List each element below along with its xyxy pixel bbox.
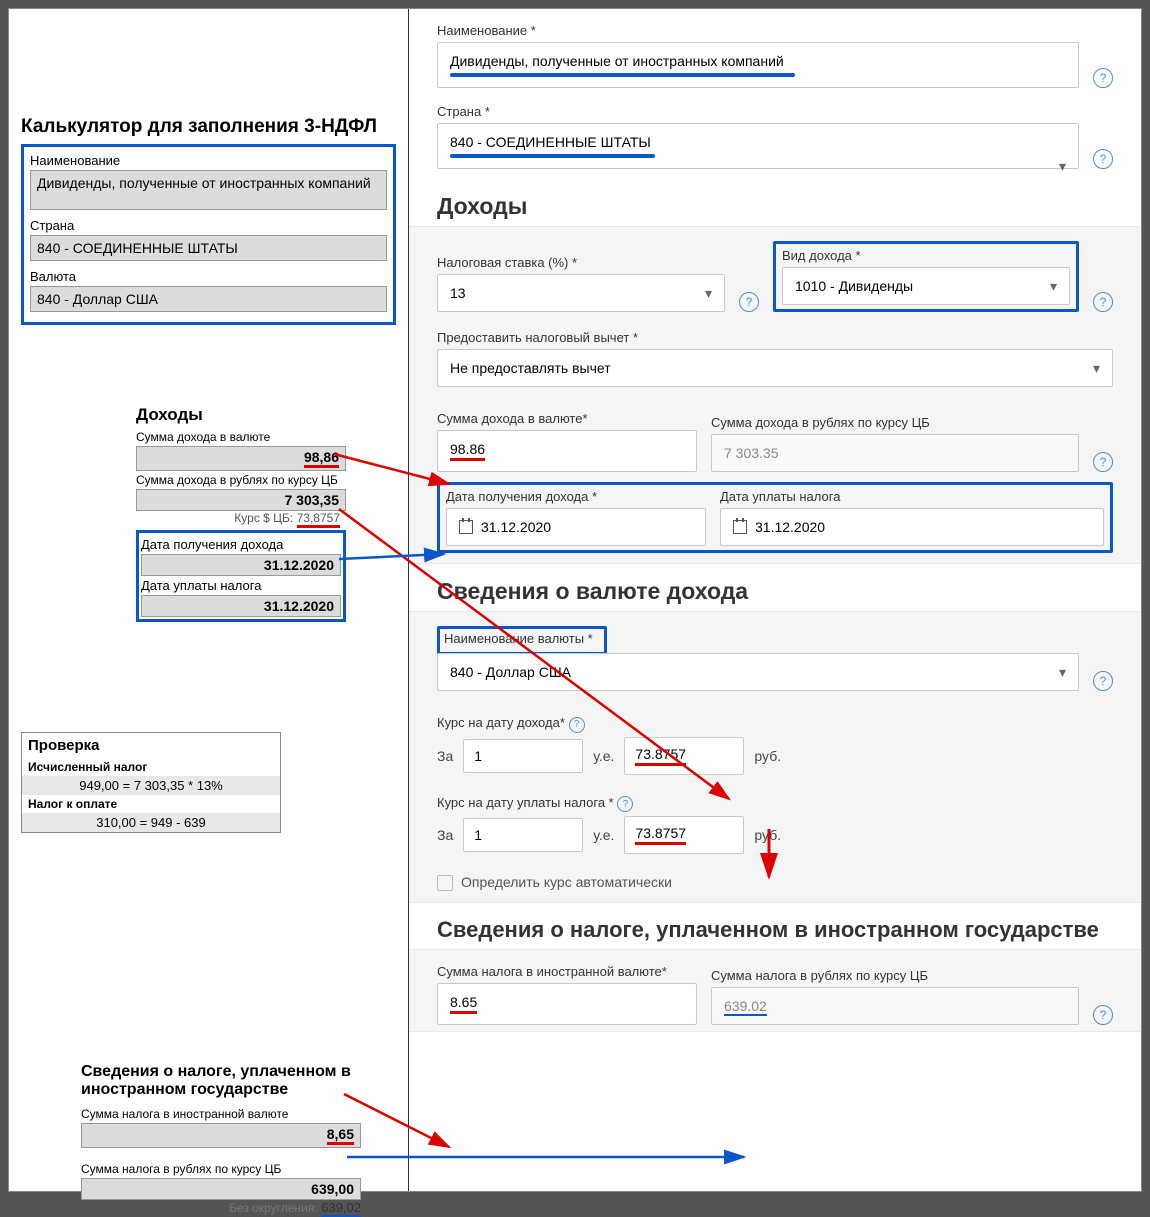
r-country-select[interactable]: 840 - СОЕДИНЕННЫЕ ШТАТЫ	[437, 123, 1079, 169]
date-tax-label: Дата уплаты налога	[141, 576, 341, 595]
name-value: Дивиденды, полученные от иностранных ком…	[30, 170, 387, 210]
cur-name-box: Наименование валюты *	[437, 626, 607, 655]
foreign-tax-block: Сведения о налоге, уплаченном в иностран…	[81, 1063, 361, 1215]
calc-tax-value: 949,00 = 7 303,35 * 13%	[22, 776, 280, 795]
r-dateinc-label: Дата получения дохода *	[446, 489, 706, 504]
rate1-value[interactable]: 73.8757	[624, 737, 744, 775]
currency-label: Валюта	[30, 267, 387, 286]
help-icon[interactable]: ?	[739, 292, 759, 312]
r-rate2-label: Курс на дату уплаты налога * ?	[437, 795, 1113, 813]
r-dateinc-input[interactable]: 31.12.2020	[446, 508, 706, 546]
rub-text: руб.	[754, 748, 781, 764]
help-icon[interactable]: ?	[569, 717, 585, 733]
r-name-input[interactable]: Дивиденды, полученные от иностранных ком…	[437, 42, 1079, 88]
r-ftaxrub-input: 639.02	[711, 987, 1079, 1025]
ue-text: у.е.	[593, 827, 614, 843]
r-type-select[interactable]: 1010 - Дивиденды	[782, 267, 1070, 305]
ftax-fx-value: 8,65	[81, 1123, 361, 1148]
calendar-icon	[459, 520, 473, 534]
sum-rub-label: Сумма дохода в рублях по курсу ЦБ	[136, 471, 346, 489]
checkbox-icon	[437, 875, 453, 891]
sum-fx-value: 98,86	[136, 446, 346, 471]
r-rate-select[interactable]: 13	[437, 274, 725, 312]
ftax-rub-label: Сумма налога в рублях по курсу ЦБ	[81, 1160, 361, 1178]
help-icon[interactable]: ?	[1093, 68, 1113, 88]
r-deduct-select[interactable]: Не предоставлять вычет	[437, 349, 1113, 387]
r-sumfx-input[interactable]: 98.86	[437, 430, 697, 472]
calc-tax-label: Исчисленный налог	[22, 758, 280, 776]
help-icon[interactable]: ?	[1093, 452, 1113, 472]
sum-fx-label: Сумма дохода в валюте	[136, 428, 346, 446]
r-sumrub-input: 7 303.35	[711, 434, 1079, 472]
help-icon[interactable]: ?	[1093, 671, 1113, 691]
rate-note: Курс $ ЦБ: 73,8757	[136, 511, 346, 528]
help-icon[interactable]: ?	[617, 796, 633, 812]
name-label: Наименование	[30, 151, 387, 170]
sum-rub-value: 7 303,35	[136, 489, 346, 511]
auto-checkbox[interactable]: Определить курс автоматически	[437, 874, 1113, 892]
rate2-value[interactable]: 73.8757	[624, 816, 744, 854]
r-sumrub-label: Сумма дохода в рублях по курсу ЦБ	[711, 415, 1079, 430]
income-block: Доходы Сумма дохода в валюте 98,86 Сумма…	[136, 405, 346, 622]
source-box: Наименование Дивиденды, полученные от ин…	[21, 144, 396, 325]
date-inc-value: 31.12.2020	[141, 554, 341, 576]
check-box: Проверка Исчисленный налог 949,00 = 7 30…	[21, 732, 281, 833]
dates-box: Дата получения дохода 31.12.2020 Дата уп…	[136, 530, 346, 622]
date-tax-value: 31.12.2020	[141, 595, 341, 617]
ftax-fx-label: Сумма налога в иностранной валюте	[81, 1105, 361, 1123]
currency-value: 840 - Доллар США	[30, 286, 387, 312]
help-icon[interactable]: ?	[1093, 149, 1113, 169]
r-cur-header: Сведения о валюте дохода	[409, 564, 1141, 611]
ue-text: у.е.	[593, 748, 614, 764]
ftax-header: Сведения о налоге, уплаченном в иностран…	[81, 1063, 361, 1099]
r-datetax-input[interactable]: 31.12.2020	[720, 508, 1104, 546]
r-deduct-label: Предоставить налоговый вычет *	[437, 330, 1113, 345]
r-ftaxfx-input[interactable]: 8.65	[437, 983, 697, 1025]
country-value: 840 - СОЕДИНЕННЫЕ ШТАТЫ	[30, 235, 387, 261]
pay-tax-value: 310,00 = 949 - 639	[22, 813, 280, 832]
income-header: Доходы	[136, 405, 346, 425]
za-text: За	[437, 748, 453, 764]
r-income-header: Доходы	[409, 179, 1141, 226]
calc-title: Калькулятор для заполнения 3-НДФЛ	[21, 116, 396, 138]
r-country-label: Страна *	[437, 104, 1113, 119]
pay-tax-label: Налог к оплате	[22, 795, 280, 813]
r-ftax-header: Сведения о налоге, уплаченном в иностран…	[409, 903, 1141, 949]
r-datetax-label: Дата уплаты налога	[720, 489, 1104, 504]
r-cur-label: Наименование валюты *	[444, 631, 600, 646]
rate1-unit[interactable]: 1	[463, 739, 583, 773]
help-icon[interactable]: ?	[1093, 292, 1113, 312]
income-type-box: Вид дохода * 1010 - Дивиденды	[773, 241, 1079, 312]
rub-text: руб.	[754, 827, 781, 843]
ftax-rub-value: 639,00	[81, 1178, 361, 1200]
date-inc-label: Дата получения дохода	[141, 535, 341, 554]
rate2-unit[interactable]: 1	[463, 818, 583, 852]
r-sumfx-label: Сумма дохода в валюте*	[437, 411, 697, 426]
r-cur-select[interactable]: 840 - Доллар США	[437, 653, 1079, 691]
r-type-label: Вид дохода *	[782, 248, 1070, 263]
check-header: Проверка	[22, 733, 280, 758]
r-ftaxfx-label: Сумма налога в иностранной валюте*	[437, 964, 697, 979]
calendar-icon	[733, 520, 747, 534]
dates-box-r: Дата получения дохода * 31.12.2020 Дата …	[437, 482, 1113, 553]
ftax-noround: Без округления: 639,02	[81, 1200, 361, 1215]
r-rate-label: Налоговая ставка (%) *	[437, 255, 725, 270]
r-ftaxrub-label: Сумма налога в рублях по курсу ЦБ	[711, 968, 1079, 983]
za-text: За	[437, 827, 453, 843]
r-name-label: Наименование *	[437, 23, 1113, 38]
help-icon[interactable]: ?	[1093, 1005, 1113, 1025]
r-rate1-label: Курс на дату дохода* ?	[437, 715, 1113, 733]
country-label: Страна	[30, 216, 387, 235]
